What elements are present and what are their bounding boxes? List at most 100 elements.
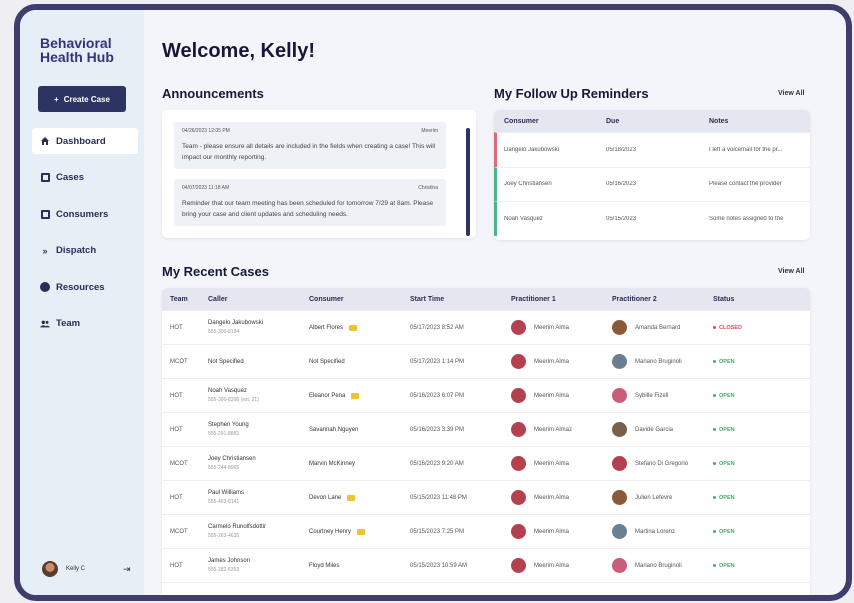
caller-phone: 555-300-8398 (ext. 21) <box>208 397 259 403</box>
column-header[interactable]: Caller <box>200 296 301 303</box>
sidebar-item-team[interactable]: Team <box>32 311 138 337</box>
caller-name: Noah Vasquez <box>208 388 247 394</box>
caller-phone: 555-263-4635 <box>208 533 240 539</box>
consumer-name: Courtney Henry <box>309 528 352 535</box>
status-label: OPEN <box>719 494 735 501</box>
brand-logo[interactable]: Behavioral Health Hub <box>40 36 114 64</box>
consumer-cell: Devon Lane <box>301 494 402 501</box>
status-dot-icon <box>713 428 716 431</box>
create-case-label: Create Case <box>63 94 110 104</box>
caller-cell: Dangelo Jakubowski 555-300-8184 <box>200 320 301 335</box>
table-row[interactable]: HOT Stephen Young 555-291-8883 Savannah Ngu… <box>162 412 810 446</box>
table-header: Team Caller Consumer Start Time Practitioner… <box>162 288 810 310</box>
avatar <box>511 320 526 335</box>
column-header[interactable]: Team <box>162 296 200 303</box>
team-cell: MCOT <box>170 358 188 365</box>
sidebar-item-label: Team <box>56 318 81 329</box>
status-cell: OPEN <box>705 461 810 467</box>
sidebar-item-label: Consumers <box>56 208 109 220</box>
announcement-text: Reminder that our team meeting has been … <box>182 200 434 218</box>
avatar <box>511 354 526 369</box>
announcement-timestamp: 04/26/2023 12:05 PM <box>182 128 230 134</box>
practitioner-cell: Amanda Bernard <box>604 320 705 335</box>
caller-cell: Paul Williams 555-463-8141 <box>200 490 301 505</box>
logout-icon[interactable]: ⇥ <box>123 564 131 575</box>
reminders-view-all-link[interactable]: View All <box>778 90 804 97</box>
flag-icon <box>315 597 323 602</box>
scrollbar-thumb[interactable] <box>466 128 470 236</box>
recent-cases-table: Team Caller Consumer Start Time Practitioner… <box>162 288 810 602</box>
practitioner-cell: Meerim Alma <box>503 388 604 403</box>
practitioner-cell: Meerim Alma <box>503 354 604 369</box>
table-row[interactable]: HOT James Johnson 555-282-6353 Floyd Miles 0… <box>162 548 810 582</box>
column-header[interactable]: Due <box>596 118 699 125</box>
announcement-author: Christina <box>418 185 438 191</box>
caller-cell: Noah Vasquez 555-300-8398 (ext. 21) <box>200 388 301 403</box>
table-row[interactable]: Thelma Runte <box>162 582 810 602</box>
avatar <box>42 561 58 577</box>
sidebar-item-dispatch[interactable]: » Dispatch <box>32 238 138 264</box>
flag-icon <box>351 392 360 399</box>
sidebar-item-cases[interactable]: Cases <box>32 165 138 191</box>
consumer-cell: Albert Flores <box>301 324 402 331</box>
table-row[interactable]: MCOT Joey Christiansen 555-244-8965 Marvin … <box>162 446 810 480</box>
table-row[interactable]: MCOT Carmelo Runolfsdottir 555-263-4635 Cou… <box>162 514 810 548</box>
practitioner-name: Sybille Fizell <box>635 392 669 399</box>
sidebar-item-resources[interactable]: Resources <box>32 274 138 300</box>
cases-view-all-link[interactable]: View All <box>778 268 804 275</box>
reminder-row[interactable]: Dangelo Jakubowski 05/18/2023 I left a voi… <box>494 132 810 167</box>
status-label: CLOSED <box>719 324 742 331</box>
table-row[interactable]: MCOT Not Specified Not Specified 05/17/2023… <box>162 344 810 378</box>
reminder-notes: I left a voicemail for the pr... <box>709 146 783 153</box>
column-header[interactable]: Consumer <box>301 296 402 303</box>
table-row[interactable]: HOT Paul Williams 555-463-8141 Devon Lane 05… <box>162 480 810 514</box>
practitioner-cell: Sybille Fizell <box>604 388 705 403</box>
column-header[interactable]: Practitioner 1 <box>503 296 604 303</box>
announcement-text: Team - please ensure all details are inc… <box>182 143 436 161</box>
consumer-name: Marvin McKinney <box>309 460 356 467</box>
consumer-name: Not Specified <box>309 358 345 365</box>
status-dot-icon <box>713 462 716 465</box>
create-case-button[interactable]: + Create Case <box>38 86 126 112</box>
consumer-cell: Floyd Miles <box>301 563 402 569</box>
practitioner-name: Meerim Alma <box>534 460 570 467</box>
practitioner-cell: Stefano Di Gregorio <box>604 456 705 471</box>
reminder-notes: Some notes assigned to the <box>709 215 784 222</box>
status-cell: OPEN <box>705 495 810 501</box>
column-header[interactable]: Practitioner 2 <box>604 296 705 303</box>
announcements-scrollbar[interactable] <box>466 128 470 236</box>
practitioner-cell: Mariano Bruginoli <box>604 354 705 369</box>
sidebar-item-consumers[interactable]: Consumers <box>32 201 138 227</box>
practitioner-name: Mariano Bruginoli <box>635 358 682 365</box>
caller-cell: Stephen Young 555-291-8883 <box>200 422 301 437</box>
sidebar-item-label: Dashboard <box>56 135 106 147</box>
caller-name: Stephen Young <box>208 422 249 428</box>
reminder-row[interactable]: Noah Vasquez 05/15/2023 Some notes assigne… <box>494 201 810 236</box>
column-header[interactable]: Notes <box>699 118 810 125</box>
announcements-panel[interactable]: 04/26/2023 12:05 PM Meerim Team - please … <box>162 110 476 238</box>
status-cell: OPEN <box>705 563 810 569</box>
flag-icon <box>349 324 358 331</box>
reminder-row[interactable]: Joey Christiansen 05/16/2023 Please contac… <box>494 166 810 201</box>
column-header[interactable]: Start Time <box>402 296 503 303</box>
caller-cell: Not Specified <box>200 359 301 365</box>
table-row[interactable]: HOT Noah Vasquez 555-300-8398 (ext. 21) Ele… <box>162 378 810 412</box>
home-icon <box>40 136 50 146</box>
brand-line-1: Behavioral <box>40 35 112 51</box>
column-header[interactable]: Status <box>705 296 810 303</box>
caller-phone: 555-291-8883 <box>208 431 240 437</box>
consumer-name: Savannah Nguyen <box>309 426 359 433</box>
team-cell: HOT <box>170 392 183 399</box>
status-cell: OPEN <box>705 359 810 365</box>
caller-phone: 555-463-8141 <box>208 499 240 505</box>
caller-name: James Johnson <box>208 558 251 564</box>
announcement-item: 04/26/2023 12:05 PM Meerim Team - please … <box>174 122 446 169</box>
table-row[interactable]: HOT Dangelo Jakubowski 555-300-8184 Albert … <box>162 310 810 344</box>
avatar <box>511 558 526 573</box>
caller-phone: 555-282-6353 <box>208 567 240 573</box>
announcements-title: Announcements <box>162 86 264 101</box>
status-label: OPEN <box>719 392 735 399</box>
column-header[interactable]: Consumer <box>494 118 596 125</box>
sidebar-item-dashboard[interactable]: Dashboard <box>32 128 138 154</box>
user-profile[interactable]: Kelly C ⇥ <box>42 561 131 577</box>
